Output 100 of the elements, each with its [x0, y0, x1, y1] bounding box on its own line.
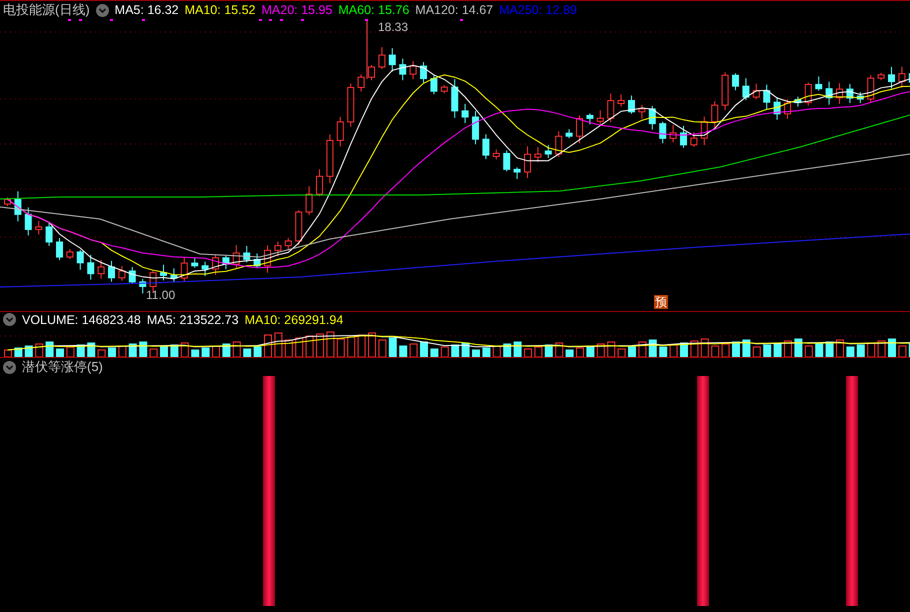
candlestick — [867, 74, 874, 103]
candlestick — [888, 66, 895, 90]
candlestick — [222, 255, 230, 270]
candlestick — [628, 95, 635, 114]
dropdown-icon[interactable] — [96, 4, 109, 16]
dropdown-icon[interactable] — [3, 360, 16, 374]
candlestick — [826, 81, 833, 106]
candlestick — [659, 121, 666, 144]
candlestick — [76, 249, 84, 270]
candlestick — [700, 116, 708, 146]
candlestick — [336, 116, 344, 147]
candlestick — [680, 125, 687, 148]
candlestick — [711, 100, 718, 128]
candlestick — [410, 60, 417, 80]
price-label: 18.33 — [378, 21, 408, 34]
candlestick — [180, 256, 188, 282]
candlestick — [763, 84, 770, 110]
high-marker-line — [366, 20, 368, 80]
candlestick — [462, 103, 469, 124]
candlestick — [87, 254, 94, 280]
forecast-badge: 预 — [654, 295, 668, 309]
candlestick — [170, 268, 178, 283]
dropdown-icon[interactable] — [3, 313, 16, 326]
candlestick — [492, 148, 500, 160]
candlestick — [399, 58, 406, 81]
candlestick — [534, 146, 542, 163]
candlestick — [295, 210, 302, 246]
candlestick — [722, 72, 729, 111]
candlestick — [202, 261, 209, 276]
candlestick — [316, 168, 323, 197]
candlestick — [774, 96, 781, 120]
candlestick — [514, 166, 521, 180]
candlestick — [638, 104, 646, 120]
candlestick — [596, 110, 604, 127]
candlestick — [378, 46, 386, 70]
indicator-title: 潜伏等涨停(5) — [22, 358, 103, 376]
candlestick — [878, 72, 885, 81]
candlestick — [566, 128, 573, 139]
indicator-value: MA5: 16.32 — [114, 3, 179, 17]
candlestick — [347, 82, 354, 128]
candlestick — [4, 196, 11, 206]
candlestick — [451, 78, 458, 118]
candlestick — [264, 244, 271, 274]
candlestick — [284, 237, 292, 252]
candlestick — [815, 76, 822, 92]
candlestick — [430, 75, 438, 95]
candlestick — [742, 78, 750, 101]
candlestick — [618, 94, 625, 107]
indicator-value: MA250: 12.89 — [499, 3, 577, 17]
candlestick — [191, 258, 198, 268]
indicator-value: VOLUME: 146823.48 — [22, 312, 141, 326]
candlestick — [732, 72, 739, 91]
indicator-value: MA10: 15.52 — [184, 3, 256, 17]
candlestick — [35, 220, 42, 235]
candlestick — [690, 132, 698, 148]
candlestick — [160, 264, 167, 281]
candlestick — [14, 190, 22, 222]
candlestick — [388, 48, 396, 72]
candlestick — [648, 105, 656, 130]
candlestick — [46, 221, 53, 246]
candlestick — [420, 62, 427, 84]
candlestick — [586, 112, 594, 125]
indicator-value: MA60: 15.76 — [338, 3, 410, 17]
candlestick — [784, 98, 791, 120]
indicator-value: MA10: 269291.94 — [244, 312, 344, 326]
price-label: 11.00 — [146, 289, 176, 302]
candlestick — [306, 186, 313, 216]
candlestick — [118, 266, 126, 282]
indicator-value: MA120: 14.67 — [415, 3, 494, 17]
candlestick — [846, 84, 854, 104]
candlestick — [524, 146, 531, 178]
candlestick — [576, 115, 583, 144]
candlestick — [212, 254, 219, 276]
candlestick — [503, 150, 510, 172]
candlestick — [66, 248, 74, 260]
chart-title: 电投能源(日线) — [3, 1, 90, 19]
candlestick — [908, 73, 910, 83]
candlestick — [898, 66, 906, 88]
candlestick — [128, 266, 136, 284]
candlestick — [836, 82, 843, 104]
candlestick — [794, 96, 802, 108]
candlestick — [108, 260, 115, 282]
candlestick — [856, 92, 864, 104]
candlestick — [440, 84, 448, 94]
candlestick — [544, 144, 552, 158]
candlestick — [24, 206, 32, 236]
candlestick — [607, 93, 614, 123]
candlestick — [326, 134, 334, 184]
candlestick — [274, 241, 282, 257]
candlestick — [254, 252, 261, 268]
indicator-value: MA20: 15.95 — [262, 3, 332, 17]
candlestick — [482, 134, 490, 160]
candlestick — [555, 130, 562, 158]
candlestick — [752, 83, 760, 100]
indicator-value: MA5: 213522.73 — [146, 312, 239, 326]
candlestick — [243, 246, 250, 263]
candlestick — [232, 244, 240, 269]
candlestick — [358, 74, 365, 92]
candlestick — [98, 259, 105, 280]
candlestick — [804, 82, 812, 106]
